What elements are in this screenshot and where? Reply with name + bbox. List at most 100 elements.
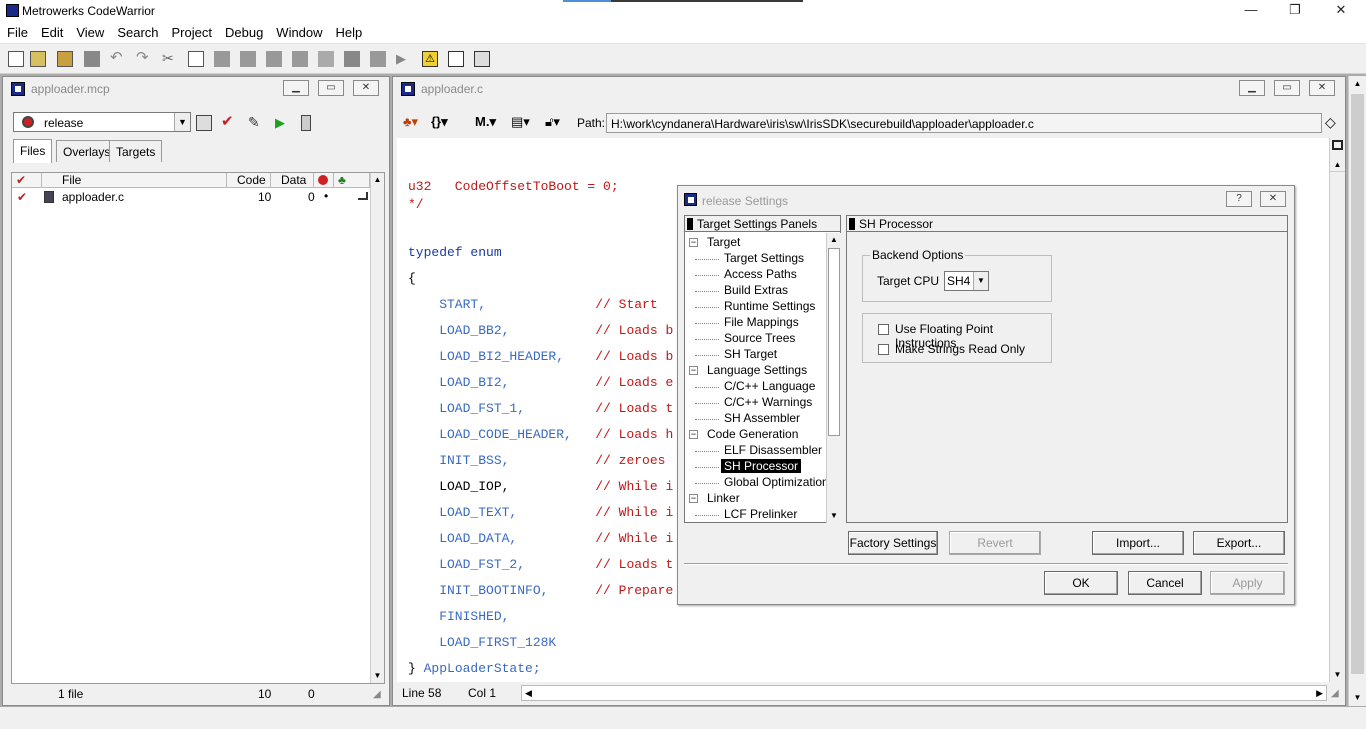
copy-icon[interactable]: [188, 51, 204, 67]
file-menu-icon[interactable]: [358, 192, 368, 200]
run-icon[interactable]: ▶: [396, 51, 412, 67]
open-folder-icon[interactable]: [57, 51, 73, 67]
functions-popup-icon[interactable]: {}▾: [431, 114, 448, 130]
tree-item[interactable]: ELF Disassembler: [724, 443, 822, 457]
code-line[interactable]: LOAD_BI2_HEADER, // Loads b: [408, 349, 673, 364]
menu-edit[interactable]: Edit: [34, 22, 69, 40]
col-data[interactable]: Data: [271, 173, 314, 188]
mdi-vertical-scrollbar[interactable]: ▲ ▼: [1348, 76, 1366, 706]
resize-grip-icon[interactable]: ◢: [373, 689, 381, 700]
panels-scrollbar[interactable]: ▲ ▼: [826, 233, 841, 523]
project-minimize-button[interactable]: ▁: [283, 80, 309, 96]
project-maximize-button[interactable]: ▭: [318, 80, 344, 96]
find-next-icon[interactable]: [266, 51, 282, 67]
col-check[interactable]: ✔: [12, 173, 42, 188]
apply-button[interactable]: Apply: [1210, 571, 1285, 595]
factory-settings-button[interactable]: Factory Settings: [848, 531, 938, 555]
tree-group[interactable]: Language Settings: [707, 363, 807, 377]
tree-item[interactable]: File Mappings: [724, 315, 799, 329]
scroll-left-icon[interactable]: ◀: [525, 688, 532, 699]
scroll-down-icon[interactable]: ▼: [371, 669, 384, 683]
dialog-titlebar[interactable]: release Settings ? ✕: [678, 186, 1294, 212]
code-line[interactable]: LOAD_CODE_HEADER, // Loads h: [408, 427, 673, 442]
table-row[interactable]: ✔ apploader.c 10 0 •: [12, 189, 370, 205]
document-popup-icon[interactable]: ▤▾: [511, 114, 530, 130]
scroll-down-icon[interactable]: ▼: [1349, 690, 1366, 706]
tree-item[interactable]: Source Trees: [724, 331, 795, 345]
make-icon[interactable]: [344, 51, 360, 67]
tree-expander-icon[interactable]: −: [689, 494, 698, 503]
find-in-files-icon[interactable]: [292, 51, 308, 67]
tree-expander-icon[interactable]: −: [689, 366, 698, 375]
scroll-up-icon[interactable]: ▲: [827, 233, 841, 247]
compare-icon[interactable]: [318, 51, 334, 67]
find-icon[interactable]: [240, 51, 256, 67]
code-line[interactable]: } AppLoaderState;: [408, 661, 541, 676]
col-debug[interactable]: [314, 173, 334, 188]
code-line[interactable]: LOAD_FIRST_128K: [408, 635, 556, 650]
code-line[interactable]: LOAD_BB2, // Loads b: [408, 323, 673, 338]
tree-item[interactable]: Access Paths: [724, 267, 797, 281]
scroll-up-icon[interactable]: ▲: [1330, 158, 1345, 172]
target-dropdown[interactable]: release ▼: [13, 112, 191, 132]
target-cpu-select[interactable]: SH4 ▼: [944, 271, 989, 291]
editor-minimize-button[interactable]: ▁: [1239, 80, 1265, 96]
restore-button[interactable]: ❐: [1280, 2, 1310, 20]
menu-help[interactable]: Help: [329, 22, 369, 40]
undo-icon[interactable]: ↶: [110, 50, 126, 67]
tree-item[interactable]: C/C++ Language: [724, 379, 815, 393]
export-button[interactable]: Export...: [1193, 531, 1285, 555]
chevron-down-icon[interactable]: ▼: [174, 113, 190, 131]
list-icon[interactable]: [448, 51, 464, 67]
scroll-thumb[interactable]: [828, 248, 840, 436]
menu-file[interactable]: File: [0, 22, 34, 40]
code-line[interactable]: u32 CodeOffsetToBoot = 0;: [408, 179, 619, 194]
menu-debug[interactable]: Debug: [218, 22, 269, 40]
markers-popup-icon[interactable]: M.▾: [475, 114, 496, 130]
header-popup-icon[interactable]: ♣▾: [403, 114, 418, 130]
chevron-down-icon[interactable]: ▼: [973, 272, 988, 290]
close-button[interactable]: ✕: [1326, 2, 1356, 20]
resize-grip-icon[interactable]: ◢: [1331, 688, 1339, 699]
code-line[interactable]: */: [408, 197, 424, 212]
save-icon[interactable]: [84, 51, 100, 67]
tree-group[interactable]: Linker: [707, 491, 740, 505]
code-line[interactable]: FINISHED,: [408, 609, 509, 624]
new-project-icon[interactable]: [30, 51, 46, 67]
new-file-icon[interactable]: [8, 51, 24, 67]
code-line[interactable]: LOAD_TEXT, // While i: [408, 505, 673, 520]
lock-icon[interactable]: 🔓︎▾: [545, 114, 560, 130]
code-line[interactable]: typedef enum: [408, 245, 502, 260]
editor-window-titlebar[interactable]: apploader.c ▁ ▭ ✕: [393, 77, 1345, 99]
tree-item[interactable]: SH Target: [724, 347, 777, 361]
code-line[interactable]: LOAD_FST_1, // Loads t: [408, 401, 673, 416]
tab-targets[interactable]: Targets: [109, 140, 163, 162]
redo-icon[interactable]: ↷: [136, 50, 152, 67]
tree-item[interactable]: LCF Prelinker: [724, 507, 797, 521]
code-line[interactable]: LOAD_IOP, // While i: [408, 479, 673, 494]
tree-expander-icon[interactable]: −: [689, 430, 698, 439]
menu-view[interactable]: View: [69, 22, 110, 40]
code-line[interactable]: LOAD_DATA, // While i: [408, 531, 673, 546]
code-line[interactable]: {: [408, 271, 416, 286]
scroll-down-icon[interactable]: ▼: [1330, 668, 1345, 682]
project-window-titlebar[interactable]: apploader.mcp ▁ ▭ ✕: [3, 77, 389, 99]
make-project-icon[interactable]: ✎: [248, 115, 264, 131]
code-line[interactable]: LOAD_FST_2, // Loads t: [408, 557, 673, 572]
scroll-thumb[interactable]: [1351, 94, 1364, 674]
strings-readonly-checkbox[interactable]: [878, 344, 889, 355]
tree-group[interactable]: Target: [707, 235, 740, 249]
inspect-icon[interactable]: [301, 115, 311, 131]
scroll-right-icon[interactable]: ▶: [1316, 688, 1323, 699]
project-close-button[interactable]: ✕: [353, 80, 379, 96]
col-target[interactable]: ♣: [334, 173, 370, 188]
revert-button[interactable]: Revert: [949, 531, 1041, 555]
synchronize-icon[interactable]: ✔: [221, 114, 237, 131]
settings-icon[interactable]: [474, 51, 490, 67]
col-code[interactable]: Code: [227, 173, 271, 188]
editor-maximize-button[interactable]: ▭: [1274, 80, 1300, 96]
menu-project[interactable]: Project: [165, 22, 218, 40]
help-button[interactable]: ?: [1226, 191, 1252, 207]
code-line[interactable]: START, // Start: [408, 297, 657, 312]
scroll-down-icon[interactable]: ▼: [827, 509, 841, 523]
